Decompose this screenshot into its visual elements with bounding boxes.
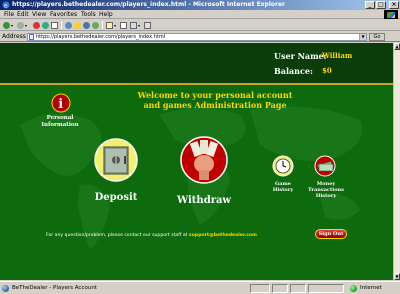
game-history-label[interactable]: Game History <box>264 181 302 193</box>
support-text: For any question/problem, please contact… <box>46 233 188 238</box>
search-icon <box>65 21 72 29</box>
info-icon: i <box>51 93 71 113</box>
ie-icon: e <box>2 1 10 9</box>
status-bar: BeTheDealer - Players Account Internet <box>0 281 400 294</box>
stop-icon <box>33 21 40 29</box>
security-lock-pane <box>308 284 344 293</box>
page-content: User Name: William Balance: $0 Welcome t… <box>0 43 393 280</box>
menu-bar: File Edit View Favorites Tools Help <box>0 10 400 19</box>
menu-favorites[interactable]: Favorites <box>50 11 77 18</box>
sign-out-label: Sign Out <box>318 231 344 237</box>
menu-help[interactable]: Help <box>99 11 113 18</box>
address-bar: Address https://players.bethedealer.com/… <box>0 32 400 42</box>
withdraw-label[interactable]: Withdraw <box>172 195 236 206</box>
stop-button[interactable] <box>33 21 40 29</box>
go-label: Go <box>373 34 381 40</box>
address-input[interactable]: https://players.bethedealer.com/players_… <box>27 33 367 41</box>
menu-file[interactable]: File <box>4 11 14 18</box>
history-icon <box>92 21 99 29</box>
menu-tools[interactable]: Tools <box>81 11 96 18</box>
print-icon <box>120 21 127 29</box>
chevron-down-icon[interactable]: ▼ <box>359 34 366 40</box>
history-button[interactable] <box>92 21 99 29</box>
maximize-button[interactable]: □ <box>376 1 386 9</box>
favorites-button[interactable] <box>74 21 81 29</box>
personal-info-label[interactable]: Personal Information <box>30 115 90 128</box>
discuss-icon <box>144 21 151 29</box>
account-header: User Name: William Balance: $0 <box>0 43 393 85</box>
balance-label: Balance: <box>274 66 313 76</box>
money-history-link[interactable] <box>314 155 336 179</box>
home-button[interactable] <box>51 21 58 29</box>
svg-text:i: i <box>58 97 63 112</box>
print-button[interactable] <box>120 21 127 29</box>
forward-arrow-icon <box>17 21 24 29</box>
toolbar: ▾ ▾ ▾ ▾ <box>0 20 400 31</box>
close-button[interactable]: × <box>389 1 399 9</box>
discuss-button[interactable] <box>144 21 151 29</box>
toolbar-separator <box>102 21 103 29</box>
money-history-label[interactable]: Money Transactions History <box>303 181 349 199</box>
menu-view[interactable]: View <box>32 11 46 18</box>
media-icon <box>83 21 90 29</box>
banknotes-icon <box>314 155 336 177</box>
zone-label: Internet <box>360 285 382 291</box>
internet-zone-icon <box>350 285 357 292</box>
username-label: User Name: <box>274 51 327 61</box>
address-label: Address <box>2 33 26 40</box>
menu-edit[interactable]: Edit <box>17 11 29 18</box>
edit-button[interactable]: ▾ <box>130 21 140 29</box>
deposit-label[interactable]: Deposit <box>86 192 146 203</box>
balance-value: $0 <box>322 66 332 75</box>
scroll-up-icon[interactable]: ▲ <box>394 43 400 50</box>
forward-button[interactable]: ▾ <box>17 21 27 29</box>
withdraw-link[interactable] <box>180 136 228 186</box>
clock-icon <box>272 155 294 177</box>
back-button[interactable]: ▾ <box>3 21 13 29</box>
mail-button[interactable]: ▾ <box>106 21 116 29</box>
go-button[interactable]: Go <box>369 33 385 41</box>
status-text: BeTheDealer - Players Account <box>12 285 97 291</box>
welcome-heading: Welcome to your personal account and gam… <box>110 90 320 110</box>
edit-icon <box>130 21 137 29</box>
media-button[interactable] <box>83 21 90 29</box>
refresh-button[interactable] <box>42 21 49 29</box>
back-arrow-icon <box>3 21 10 29</box>
minimize-button[interactable]: _ <box>365 1 375 9</box>
windows-logo-icon <box>384 10 398 19</box>
title-bar: e https://players.bethedealer.com/player… <box>0 0 400 10</box>
game-history-link[interactable] <box>272 155 294 179</box>
scroll-down-icon[interactable]: ▼ <box>394 273 400 280</box>
username-value: William <box>322 51 353 60</box>
window-title: https://players.bethedealer.com/players_… <box>12 1 286 8</box>
welcome-line-2: and games Administration Page <box>143 100 287 110</box>
star-icon <box>74 21 81 29</box>
page-loaded-icon <box>2 285 9 292</box>
support-notice: For any question/problem, please contact… <box>46 233 257 238</box>
deposit-link[interactable] <box>94 138 138 184</box>
address-url: https://players.bethedealer.com/players_… <box>36 34 166 40</box>
status-pane <box>272 284 288 293</box>
hand-money-icon <box>180 136 228 184</box>
svg-text:e: e <box>4 3 8 10</box>
sign-out-button[interactable]: Sign Out <box>315 229 347 239</box>
status-pane <box>250 284 270 293</box>
status-pane <box>290 284 306 293</box>
vertical-scrollbar[interactable]: ▲ ▼ <box>393 43 400 280</box>
mail-icon <box>106 21 113 29</box>
safe-icon <box>94 138 138 182</box>
personal-info-link[interactable]: i <box>51 93 71 115</box>
support-email-link[interactable]: support@bethedealer.com <box>189 233 257 238</box>
toolbar-separator <box>61 21 62 29</box>
refresh-icon <box>42 21 49 29</box>
search-button[interactable] <box>65 21 72 29</box>
page-icon <box>29 34 34 40</box>
welcome-line-1: Welcome to your personal account <box>137 90 293 100</box>
home-icon <box>51 21 58 29</box>
